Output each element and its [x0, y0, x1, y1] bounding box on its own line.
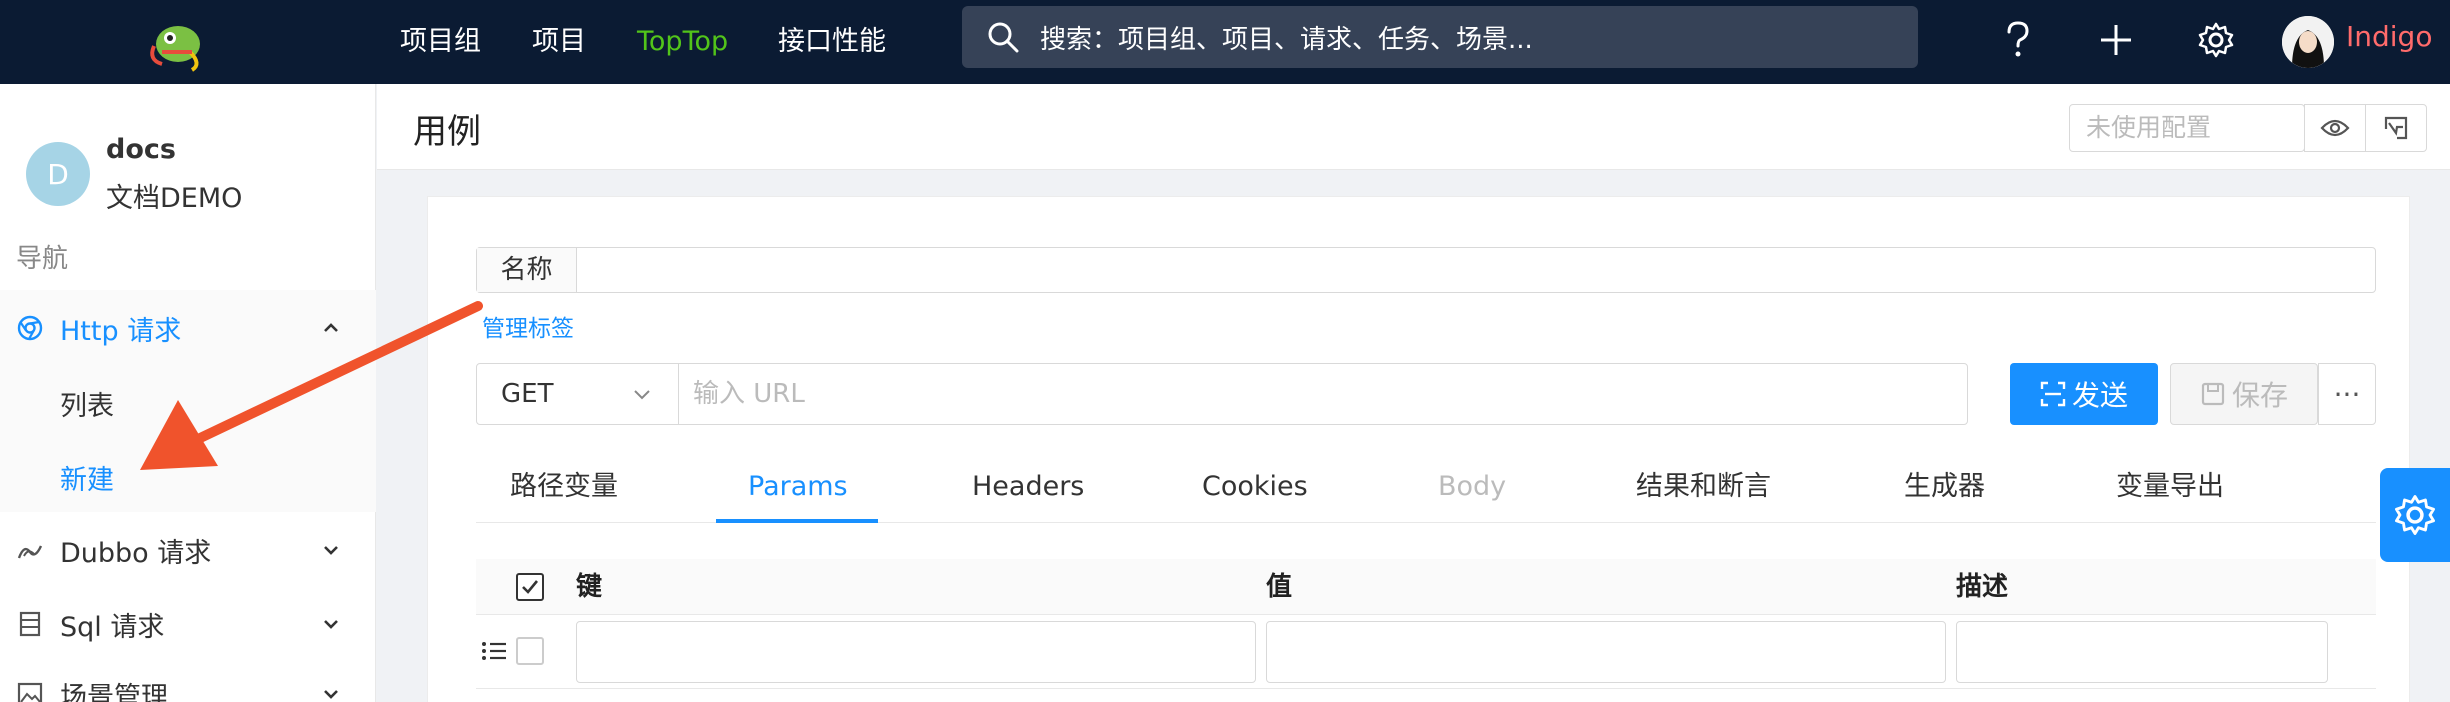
cursor-select-icon: [2384, 116, 2408, 140]
sidebar-subitem-list[interactable]: 列表: [60, 384, 114, 423]
project-avatar: D: [26, 142, 90, 206]
sidebar-subitem-new[interactable]: 新建: [60, 458, 114, 497]
dubbo-icon: [17, 545, 43, 559]
plus-icon[interactable]: [2094, 18, 2138, 62]
table-row: [476, 615, 2376, 689]
method-value: GET: [501, 379, 554, 409]
tab-results-assertions[interactable]: 结果和断言: [1636, 451, 1771, 523]
column-description: 描述: [1956, 572, 2009, 602]
drag-handle-icon[interactable]: [480, 637, 508, 665]
active-tab-indicator: [716, 519, 878, 523]
question-icon[interactable]: [1996, 18, 2040, 62]
user-avatar[interactable]: [2282, 16, 2334, 68]
nav-section-label: 导航: [16, 244, 69, 274]
app-logo[interactable]: [140, 6, 216, 76]
row-checkbox[interactable]: [516, 637, 544, 665]
sidebar-item-label: 场景管理: [60, 681, 168, 702]
send-label: 发送: [2071, 379, 2128, 412]
tab-generators[interactable]: 生成器: [1904, 451, 1985, 523]
sidebar-item-label: Dubbo 请求: [60, 537, 212, 569]
project-subtitle: 文档DEMO: [106, 183, 243, 214]
tab-cookies[interactable]: Cookies: [1202, 451, 1308, 523]
url-input-group: GET 输入 URL: [476, 363, 1968, 425]
manage-tags-link[interactable]: 管理标签: [482, 309, 574, 343]
save-label: 保存: [2231, 379, 2288, 412]
save-button[interactable]: 保存: [2170, 363, 2318, 425]
check-icon: [522, 580, 539, 594]
gear-icon[interactable]: [2194, 18, 2238, 62]
sidebar-item-dubbo[interactable]: Dubbo 请求: [0, 520, 376, 580]
chevron-down-icon: [324, 546, 338, 555]
key-input[interactable]: [576, 621, 1256, 683]
database-icon: [19, 611, 41, 637]
page-header: 用例 未使用配置: [377, 84, 2450, 170]
nav-toptop[interactable]: TopTop: [637, 0, 728, 84]
floating-settings-button[interactable]: [2380, 468, 2450, 562]
sidebar-item-http[interactable]: Http 请求: [0, 298, 376, 358]
search-icon: [988, 22, 1019, 53]
name-label: 名称: [477, 248, 577, 292]
method-select[interactable]: GET: [477, 364, 679, 424]
project-name[interactable]: docs: [106, 134, 176, 165]
eye-icon: [2320, 119, 2350, 137]
page-title: 用例: [413, 112, 481, 152]
column-key: 键: [576, 572, 603, 602]
chevron-down-icon: [324, 620, 338, 629]
value-input[interactable]: [1266, 621, 1946, 683]
nav-api-performance[interactable]: 接口性能: [778, 0, 886, 84]
sidebar-item-scene[interactable]: 场景管理: [0, 664, 376, 702]
chevron-up-icon: [324, 323, 338, 332]
send-button[interactable]: 发送: [2010, 363, 2158, 425]
params-table-header: 键 值 描述: [476, 559, 2376, 615]
config-select[interactable]: 未使用配置: [2069, 104, 2305, 152]
search-placeholder: 搜索：项目组、项目、请求、任务、场景...: [1040, 24, 1533, 55]
nav-projects[interactable]: 项目: [532, 0, 586, 84]
more-button[interactable]: ···: [2318, 363, 2376, 425]
select-all-checkbox[interactable]: [516, 573, 544, 601]
global-search[interactable]: 搜索：项目组、项目、请求、任务、场景...: [962, 6, 1918, 68]
top-navbar: 项目组 项目 TopTop 接口性能 搜索：项目组、项目、请求、任务、场景...: [0, 0, 2450, 84]
sidebar-item-sql[interactable]: Sql 请求: [0, 594, 376, 654]
sidebar-item-label: Http 请求: [60, 315, 182, 347]
case-editor-card: 名称 管理标签 GET 输入 URL 发送 保存 ··· 路径变量 Params: [427, 196, 2410, 702]
url-input[interactable]: 输入 URL: [693, 364, 805, 424]
nav-project-groups[interactable]: 项目组: [400, 0, 481, 84]
sidebar: D docs 文档DEMO 导航 Http 请求 列表 新建 Dubbo 请求: [0, 84, 376, 702]
tab-path-variables[interactable]: 路径变量: [510, 451, 618, 523]
gear-icon: [2395, 495, 2435, 535]
column-value: 值: [1266, 572, 1293, 602]
image-icon: [17, 682, 43, 702]
chevron-down-icon: [634, 390, 650, 400]
eye-button[interactable]: [2304, 104, 2366, 152]
request-tabs: 路径变量 Params Headers Cookies Body 结果和断言 生…: [476, 451, 2376, 523]
description-input[interactable]: [1956, 621, 2328, 683]
chrome-icon: [17, 315, 43, 341]
tab-params[interactable]: Params: [748, 451, 848, 523]
name-input-group[interactable]: 名称: [476, 247, 2376, 293]
tab-variable-export[interactable]: 变量导出: [2116, 451, 2224, 523]
scan-icon: [2040, 381, 2066, 407]
sidebar-item-label: Sql 请求: [60, 611, 165, 643]
tab-body[interactable]: Body: [1438, 451, 1506, 523]
save-icon: [2201, 382, 2225, 406]
tab-headers[interactable]: Headers: [972, 451, 1084, 523]
select-config-button[interactable]: [2365, 104, 2427, 152]
user-name[interactable]: Indigo: [2346, 0, 2432, 74]
chevron-down-icon: [324, 690, 338, 699]
